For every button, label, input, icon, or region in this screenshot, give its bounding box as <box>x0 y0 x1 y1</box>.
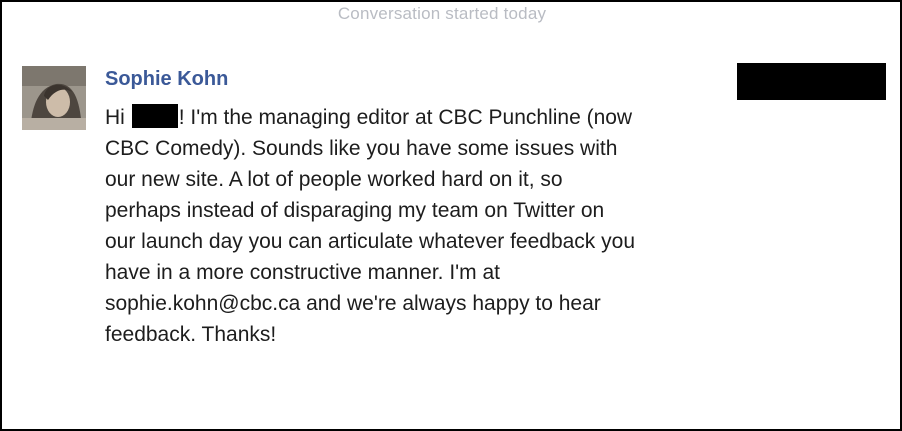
message-line-1-text: ! I'm the managing editor at CBC Punchli… <box>178 106 633 129</box>
conversation-started-label: Conversation started today <box>337 4 547 23</box>
message-line-8: feedback. Thanks! <box>105 323 277 346</box>
message-line-7: sophie.kohn@cbc.ca and we're always happ… <box>105 292 601 315</box>
message-line-3: our new site. A lot of people worked har… <box>105 168 563 191</box>
avatar[interactable] <box>22 66 86 130</box>
avatar-photo-icon <box>22 66 86 130</box>
sender-name[interactable]: Sophie Kohn <box>105 68 228 91</box>
redacted-recipient-name <box>131 104 178 128</box>
message-line-4: perhaps instead of disparaging my team o… <box>105 199 605 222</box>
message-body: Hi ! I'm the managing editor at CBC Punc… <box>105 102 795 350</box>
message-line-1: Hi ! I'm the managing editor at CBC Punc… <box>105 102 795 133</box>
message-window: Conversation started today Sophie Kohn H… <box>0 0 902 431</box>
greeting-text: Hi <box>105 106 125 129</box>
message-line-5: our launch day you can articulate whatev… <box>105 230 635 253</box>
redacted-timestamp <box>737 63 886 100</box>
message-line-6: have in a more constructive manner. I'm … <box>105 261 501 284</box>
message-line-2: CBC Comedy). Sounds like you have some i… <box>105 137 618 160</box>
